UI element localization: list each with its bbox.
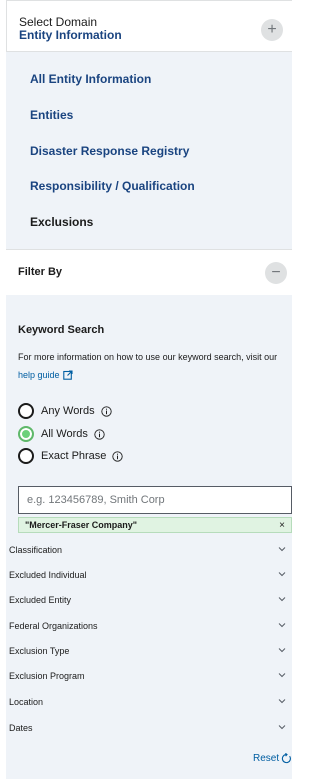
accordion-label: Exclusion Type <box>9 646 70 656</box>
accordion-label: Dates <box>9 723 33 733</box>
accordion-exclusion-program[interactable]: Exclusion Program <box>6 668 292 688</box>
keyword-description-text: For more information on how to use our k… <box>18 352 278 362</box>
remove-chip-icon[interactable]: × <box>279 520 285 531</box>
domain-item-responsibility-qualification[interactable]: Responsibility / Qualification <box>30 179 195 193</box>
radio-label: Exact Phrase <box>41 450 107 462</box>
filter-header: Filter By − <box>6 249 292 295</box>
filter-title: Filter By <box>18 266 63 278</box>
accordion-label: Classification <box>9 545 63 555</box>
reset-button[interactable]: Reset <box>253 753 292 764</box>
keyword-search-description: For more information on how to use our k… <box>18 348 294 384</box>
accordion-excluded-entity[interactable]: Excluded Entity <box>6 592 292 612</box>
keyword-chip: "Mercer-Fraser Company" × <box>18 517 292 533</box>
radio-exact-phrase[interactable]: Exact Phrase <box>18 447 124 465</box>
radio-all-words[interactable]: All Words <box>18 425 105 443</box>
radio-any-words[interactable]: Any Words <box>18 402 112 420</box>
accordion-label: Federal Organizations <box>9 621 98 631</box>
accordion-label: Excluded Individual <box>9 570 87 580</box>
chevron-down-icon <box>278 597 286 602</box>
domain-item-exclusions[interactable]: Exclusions <box>30 215 93 229</box>
accordion-classification[interactable]: Classification <box>6 542 292 562</box>
info-icon[interactable] <box>94 428 105 440</box>
external-link-icon <box>62 370 73 380</box>
domain-item-all-entity-information[interactable]: All Entity Information <box>30 72 151 86</box>
collapse-filter-button[interactable]: − <box>265 262 287 284</box>
accordion-dates[interactable]: Dates <box>6 720 292 740</box>
radio-circle-checked[interactable] <box>18 426 34 442</box>
info-icon[interactable] <box>112 450 124 462</box>
chevron-down-icon <box>278 547 286 552</box>
accordion-federal-organizations[interactable]: Federal Organizations <box>6 618 292 638</box>
info-icon[interactable] <box>100 405 112 417</box>
current-domain: Entity Information <box>19 28 122 42</box>
domain-item-entities[interactable]: Entities <box>30 108 73 122</box>
accordion-label: Exclusion Program <box>9 671 85 681</box>
radio-circle[interactable] <box>18 403 34 419</box>
keyword-chip-text: "Mercer-Fraser Company" <box>25 520 138 530</box>
chevron-down-icon <box>278 623 286 628</box>
accordion-excluded-individual[interactable]: Excluded Individual <box>6 567 292 587</box>
select-domain-label: Select Domain <box>19 15 98 29</box>
radio-label: Any Words <box>41 405 95 417</box>
accordion-label: Location <box>9 697 44 707</box>
keyword-search-title: Keyword Search <box>18 324 105 336</box>
help-guide-link-label: help guide <box>18 370 60 380</box>
help-guide-link[interactable]: help guide <box>18 370 73 380</box>
radio-label: All Words <box>41 428 88 440</box>
accordion-exclusion-type[interactable]: Exclusion Type <box>6 643 292 663</box>
reset-icon <box>281 753 292 764</box>
chevron-down-icon <box>278 648 286 653</box>
reset-label: Reset <box>253 753 280 764</box>
filter-panel: Select Domain Entity Information + All E… <box>6 0 292 779</box>
accordion-location[interactable]: Location <box>6 694 292 714</box>
keyword-search-input[interactable] <box>18 486 292 514</box>
chevron-down-icon <box>278 572 286 577</box>
radio-circle[interactable] <box>18 448 34 464</box>
expand-domain-button[interactable]: + <box>261 19 283 41</box>
accordion-label: Excluded Entity <box>9 595 72 605</box>
chevron-down-icon <box>278 725 286 730</box>
domain-item-disaster-response-registry[interactable]: Disaster Response Registry <box>30 144 189 158</box>
chevron-down-icon <box>278 673 286 678</box>
domain-header: Select Domain Entity Information + <box>6 0 292 52</box>
chevron-down-icon <box>278 699 286 704</box>
